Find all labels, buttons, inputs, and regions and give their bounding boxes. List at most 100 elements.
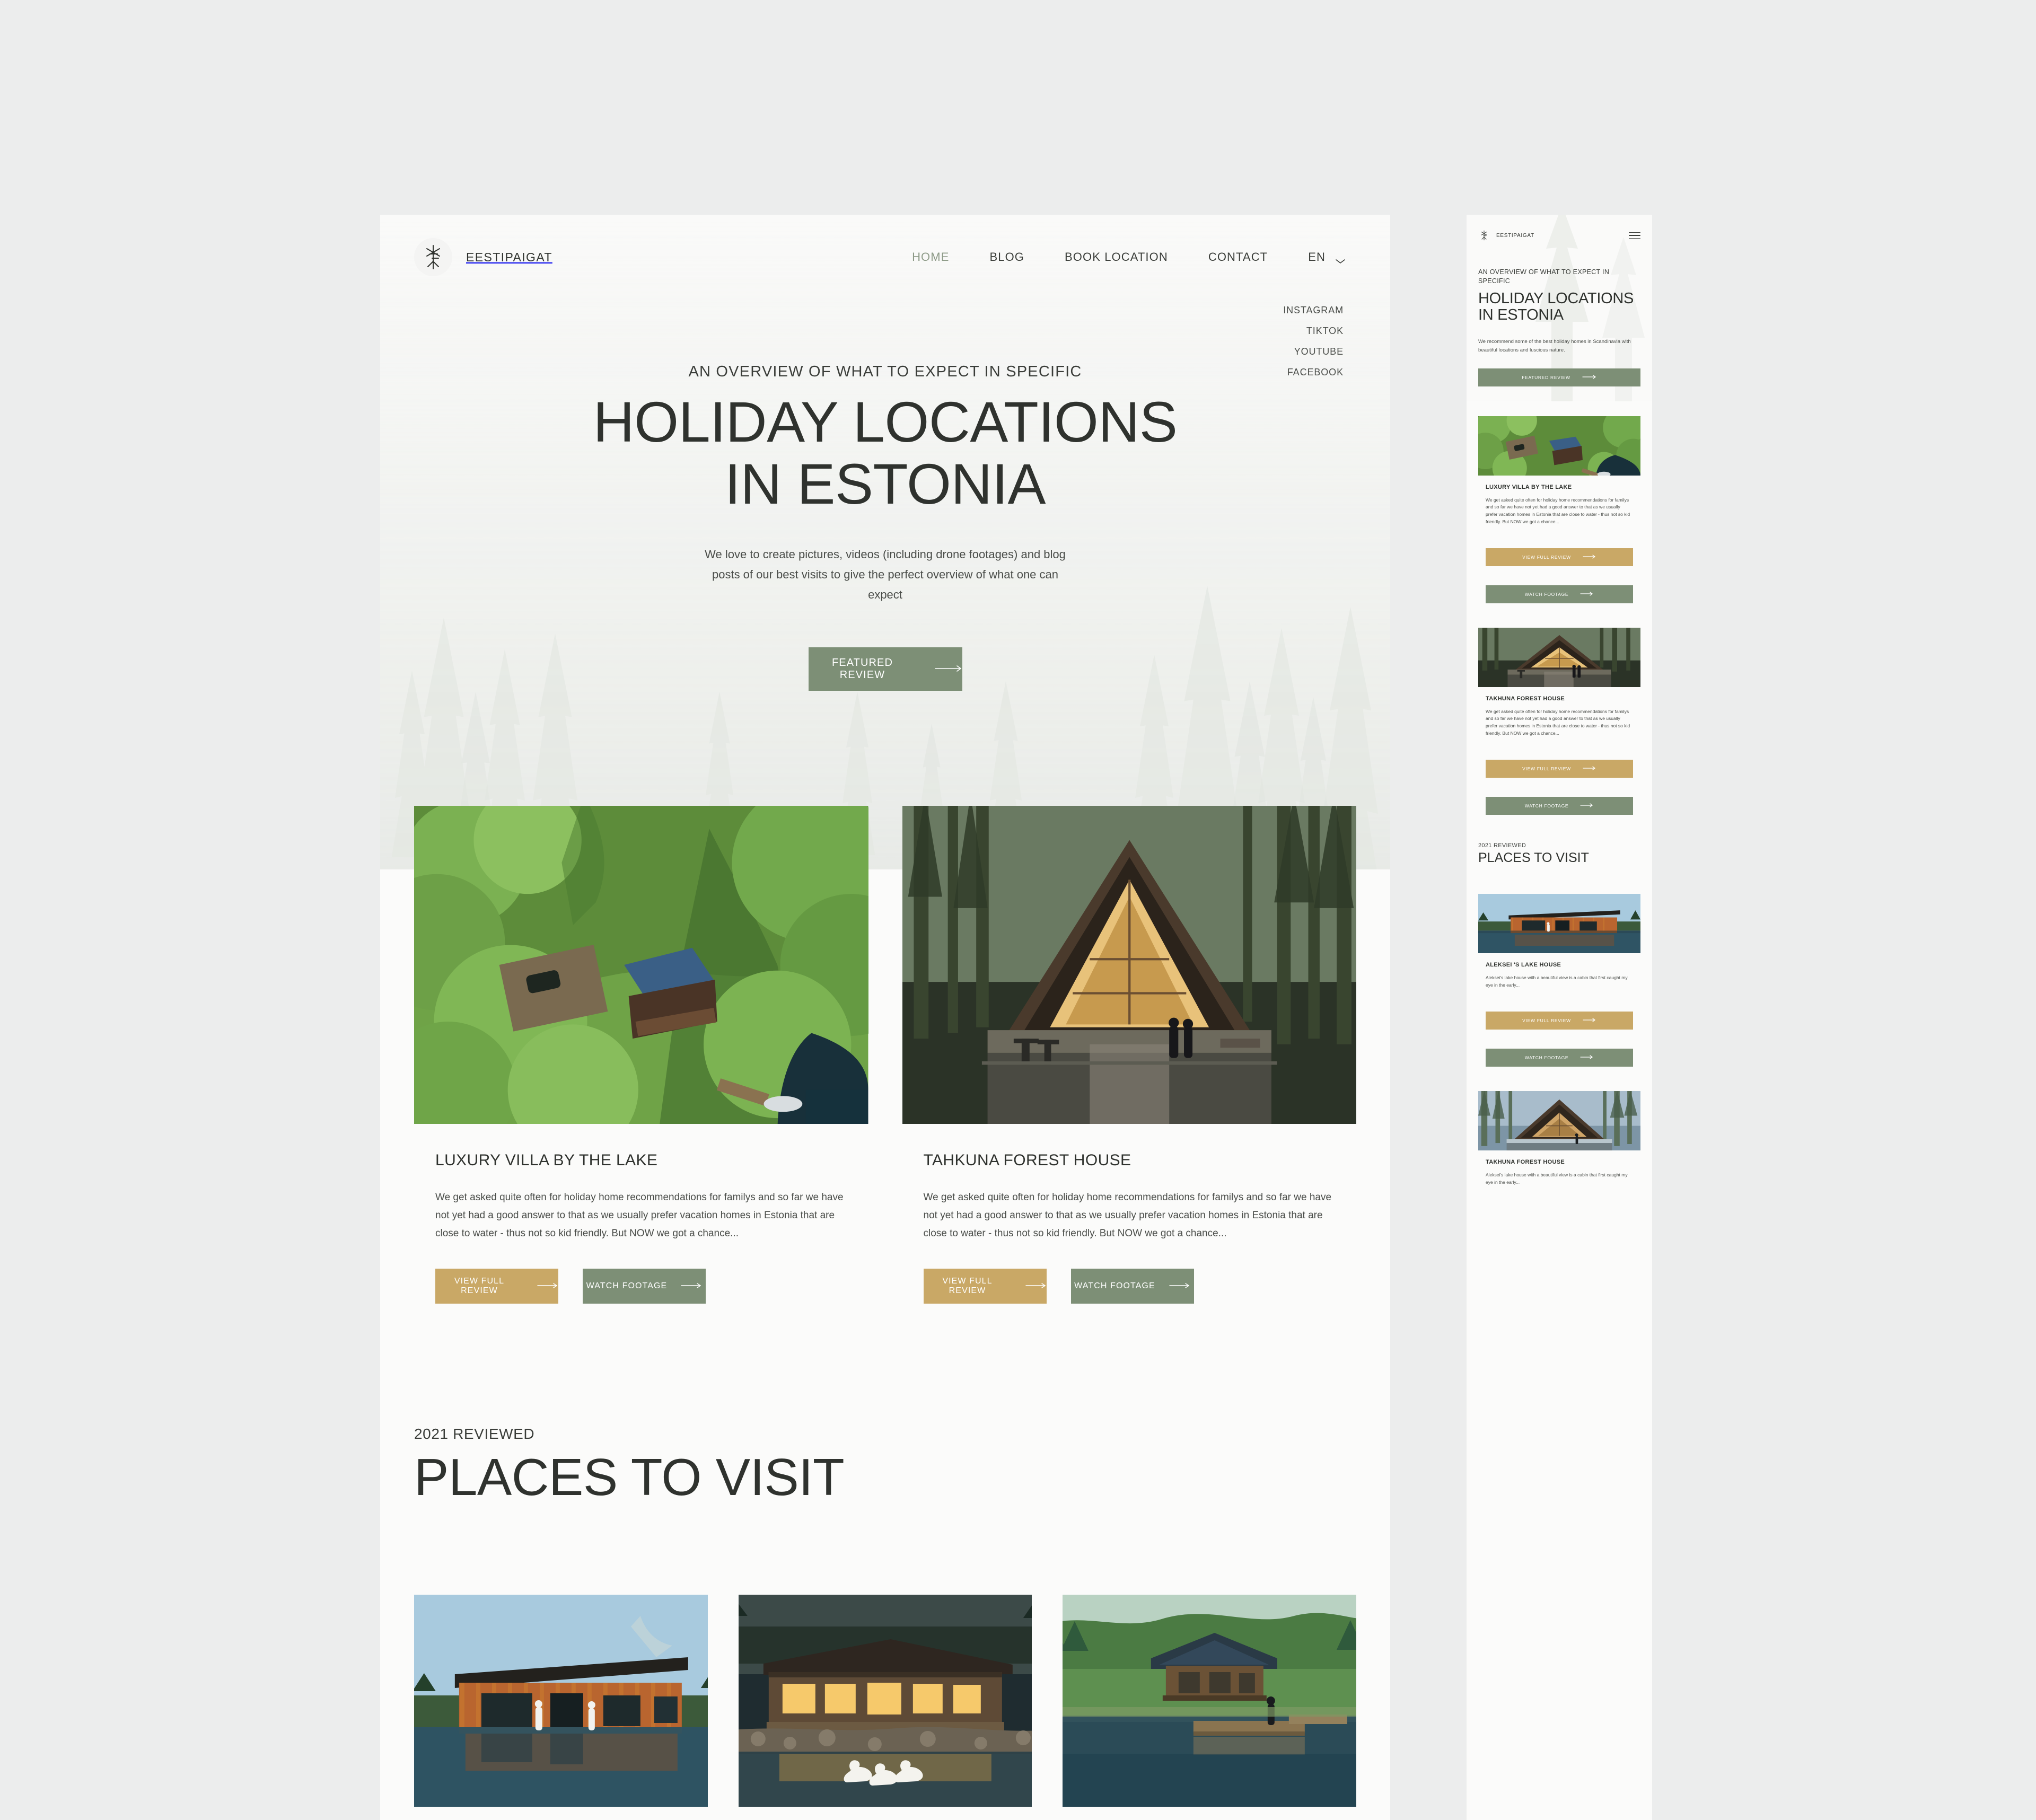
view-full-review-button-label: VIEW FULL REVIEW bbox=[454, 1277, 505, 1296]
mobile-card-body: TAKHUNA FOREST HOUSE Aleksei's lake hous… bbox=[1478, 1150, 1640, 1196]
view-full-review-button[interactable]: VIEW FULL REVIEW bbox=[923, 1269, 1047, 1304]
watch-footage-button-label: WATCH FOOTAGE bbox=[1524, 803, 1569, 808]
card-title: LUXURY VILLA BY THE LAKE bbox=[1486, 483, 1572, 490]
social-link-tiktok[interactable]: TIKTOK bbox=[1306, 326, 1344, 337]
nav-item-book-location[interactable]: BOOK LOCATION bbox=[1045, 250, 1188, 264]
hamburger-menu-icon[interactable] bbox=[1629, 232, 1640, 239]
mobile-card[interactable]: ALEKSEI 'S LAKE HOUSE Aleksei's lake hou… bbox=[1478, 894, 1640, 1076]
mobile-card-body: ALEKSEI 'S LAKE HOUSE Aleksei's lake hou… bbox=[1478, 953, 1640, 1076]
language-selector[interactable]: EN bbox=[1288, 250, 1356, 264]
featured-review-button-label: FEATURED REVIEW bbox=[831, 656, 893, 681]
arrow-right-icon bbox=[1583, 1018, 1596, 1023]
hero-section: EESTIPAIGAT HOME BLOG BOOK LOCATION CONT… bbox=[380, 215, 1390, 869]
view-full-review-button[interactable]: VIEW FULL REVIEW bbox=[435, 1269, 558, 1304]
card-description: We get asked quite often for holiday hom… bbox=[1486, 497, 1630, 524]
watch-footage-button[interactable]: WATCH FOOTAGE bbox=[1486, 796, 1633, 815]
watch-footage-button-label: WATCH FOOTAGE bbox=[1524, 1054, 1569, 1060]
hero-content: AN OVERVIEW OF WHAT TO EXPECT IN SPECIFI… bbox=[380, 278, 1390, 691]
mobile-header: EESTIPAIGAT bbox=[1467, 215, 1652, 242]
arrow-right-icon bbox=[1582, 375, 1597, 380]
view-full-review-button[interactable]: VIEW FULL REVIEW bbox=[1486, 548, 1633, 566]
card-title: TAKHUNA FOREST HOUSE bbox=[1486, 1158, 1565, 1165]
card-photo-best-inclusive-place bbox=[738, 1595, 1032, 1807]
mobile-preview-frame: EESTIPAIGAT AN OVERVIEW OF WHAT TO EXPEC… bbox=[1467, 215, 1652, 1820]
card-description: Aleksei's lake house with a beautiful vi… bbox=[1486, 975, 1628, 988]
featured-review-button[interactable]: FEATURED REVIEW bbox=[808, 647, 962, 691]
mobile-card-body: LUXURY VILLA BY THE LAKE We get asked qu… bbox=[1478, 476, 1640, 613]
card-actions: VIEW FULL REVIEW WATCH FOOTAGE bbox=[923, 1269, 1336, 1304]
social-links: INSTAGRAM TIKTOK YOUTUBE FACEBOOK bbox=[1283, 305, 1344, 378]
card-title: TAHKUNA FOREST HOUSE bbox=[923, 1151, 1131, 1169]
featured-card[interactable]: LUXURY VILLA BY THE LAKE We get asked qu… bbox=[414, 806, 868, 1336]
abstract-tree-rune-icon bbox=[414, 238, 452, 276]
arrow-right-icon bbox=[1169, 1281, 1190, 1291]
card-actions: VIEW FULL REVIEW WATCH FOOTAGE bbox=[1486, 998, 1633, 1067]
language-selector-label: EN bbox=[1308, 250, 1326, 263]
social-link-facebook[interactable]: FACEBOOK bbox=[1287, 367, 1344, 378]
arrow-right-icon bbox=[1580, 803, 1594, 808]
arrow-right-icon bbox=[681, 1281, 702, 1291]
mobile-card[interactable]: TAKHUNA FOREST HOUSE Aleksei's lake hous… bbox=[1478, 1091, 1640, 1196]
mobile-hero-subtitle: We recommend some of the best holiday ho… bbox=[1478, 339, 1631, 353]
arrow-right-icon bbox=[1025, 1281, 1047, 1291]
nav-item-home[interactable]: HOME bbox=[892, 250, 969, 264]
hero-eyebrow: AN OVERVIEW OF WHAT TO EXPECT IN SPECIFI… bbox=[688, 363, 1082, 380]
mobile-card[interactable]: TAKHUNA FOREST HOUSE We get asked quite … bbox=[1478, 627, 1640, 824]
places-section-kicker: 2021 REVIEWED bbox=[414, 1426, 535, 1443]
card-photo-aleksei-lake-house bbox=[1478, 894, 1640, 954]
card-description: We get asked quite often for holiday hom… bbox=[1486, 708, 1630, 736]
places-cards-row: TAHKUNA FOREST HOUSE We get asked quite … bbox=[380, 1505, 1390, 1820]
mobile-places-section-heading: 2021 REVIEWED PLACES TO VISIT bbox=[1467, 824, 1652, 866]
view-full-review-button[interactable]: VIEW FULL REVIEW bbox=[1486, 1011, 1633, 1030]
view-full-review-button-label: VIEW FULL REVIEW bbox=[1522, 554, 1571, 560]
arrow-right-icon bbox=[537, 1281, 558, 1291]
view-full-review-button[interactable]: VIEW FULL REVIEW bbox=[1486, 759, 1633, 778]
featured-card[interactable]: TAHKUNA FOREST HOUSE We get asked quite … bbox=[902, 806, 1357, 1336]
mobile-places-cards: ALEKSEI 'S LAKE HOUSE Aleksei's lake hou… bbox=[1467, 894, 1652, 1196]
place-card[interactable]: ALEKSEI 'S LAKE HOUSE Aleksei's lake hou… bbox=[1063, 1595, 1357, 1820]
place-card[interactable]: TAHKUNA FOREST HOUSE We get asked quite … bbox=[414, 1595, 708, 1820]
card-photo-aleksei-lake-house bbox=[1063, 1595, 1357, 1807]
hero-title-line-2: IN ESTONIA bbox=[724, 451, 1046, 516]
watch-footage-button[interactable]: WATCH FOOTAGE bbox=[583, 1269, 706, 1304]
watch-footage-button-label: WATCH FOOTAGE bbox=[586, 1281, 668, 1291]
card-description: We get asked quite often for holiday hom… bbox=[435, 1192, 844, 1239]
brand-logo-link[interactable]: EESTIPAIGAT bbox=[414, 238, 552, 276]
arrow-right-icon bbox=[934, 663, 962, 675]
card-title: LUXURY VILLA BY THE LAKE bbox=[435, 1151, 658, 1169]
watch-footage-button-label: WATCH FOOTAGE bbox=[1074, 1281, 1155, 1291]
card-description: Aleksei's lake house with a beautiful vi… bbox=[1486, 1172, 1628, 1185]
arrow-right-icon bbox=[1580, 1055, 1594, 1060]
watch-footage-button[interactable]: WATCH FOOTAGE bbox=[1486, 585, 1633, 603]
screenshot-canvas: EESTIPAIGAT HOME BLOG BOOK LOCATION CONT… bbox=[0, 0, 2036, 1820]
places-section-title: PLACES TO VISIT bbox=[414, 1448, 845, 1507]
desktop-preview-frame: EESTIPAIGAT HOME BLOG BOOK LOCATION CONT… bbox=[380, 215, 1390, 1820]
watch-footage-button[interactable]: WATCH FOOTAGE bbox=[1070, 1269, 1194, 1304]
nav-item-blog[interactable]: BLOG bbox=[969, 250, 1045, 264]
watch-footage-button[interactable]: WATCH FOOTAGE bbox=[1486, 1048, 1633, 1067]
featured-card-body: TAHKUNA FOREST HOUSE We get asked quite … bbox=[902, 1124, 1357, 1335]
mobile-card[interactable]: LUXURY VILLA BY THE LAKE We get asked qu… bbox=[1478, 416, 1640, 613]
place-card-body: ALEKSEI 'S LAKE HOUSE Aleksei's lake hou… bbox=[1063, 1807, 1356, 1820]
view-full-review-button-label: VIEW FULL REVIEW bbox=[942, 1277, 993, 1296]
site-header: EESTIPAIGAT HOME BLOG BOOK LOCATION CONT… bbox=[380, 215, 1390, 278]
card-photo-tahkuna-forest-house bbox=[902, 806, 1356, 1124]
abstract-tree-rune-icon bbox=[1478, 228, 1490, 242]
card-photo-luxury-villa bbox=[1478, 416, 1640, 476]
mobile-card-body: TAKHUNA FOREST HOUSE We get asked quite … bbox=[1478, 687, 1640, 824]
hero-title-line-1: HOLIDAY LOCATIONS bbox=[593, 390, 1178, 454]
place-card[interactable]: BEST INCLUSIVE PLACE We get asked quite … bbox=[738, 1595, 1032, 1820]
mobile-featured-review-button[interactable]: FEATURED REVIEW bbox=[1478, 368, 1640, 386]
mobile-hero-content: AN OVERVIEW OF WHAT TO EXPECT IN SPECIFI… bbox=[1467, 242, 1652, 386]
social-link-youtube[interactable]: YOUTUBE bbox=[1294, 346, 1344, 357]
card-actions: VIEW FULL REVIEW WATCH FOOTAGE bbox=[1486, 746, 1633, 815]
watch-footage-button-label: WATCH FOOTAGE bbox=[1524, 591, 1569, 597]
nav-item-contact[interactable]: CONTACT bbox=[1188, 250, 1288, 264]
arrow-right-icon bbox=[1580, 592, 1594, 597]
social-link-instagram[interactable]: INSTAGRAM bbox=[1283, 305, 1344, 316]
card-title: TAKHUNA FOREST HOUSE bbox=[1486, 695, 1565, 702]
view-full-review-button-label: VIEW FULL REVIEW bbox=[1522, 1017, 1571, 1023]
mobile-featured-review-button-label: FEATURED REVIEW bbox=[1522, 374, 1570, 380]
mobile-hero-title: HOLIDAY LOCATIONS IN ESTONIA bbox=[1478, 289, 1634, 324]
